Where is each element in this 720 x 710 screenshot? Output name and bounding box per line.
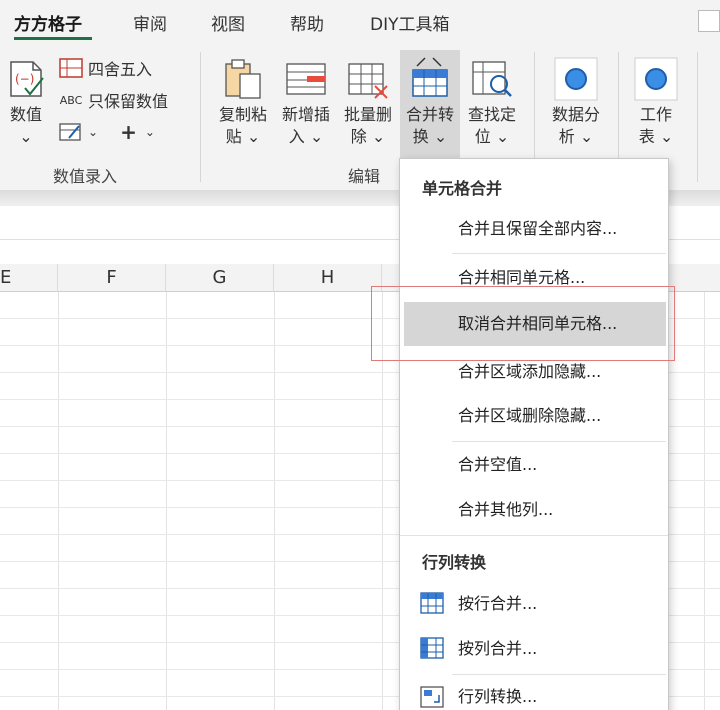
menu-item-merge-other-columns[interactable]: 合并其他列... bbox=[458, 495, 553, 525]
merge-by-row-icon bbox=[420, 592, 444, 614]
tab-review[interactable]: 审阅 bbox=[133, 10, 167, 35]
clipboard-icon bbox=[225, 59, 261, 99]
annotation-highlight-frame bbox=[371, 286, 675, 361]
grid-line bbox=[58, 292, 59, 710]
copy-paste-button[interactable]: 复制粘贴 ⌄ bbox=[213, 50, 273, 160]
grid-line bbox=[166, 292, 167, 710]
column-header-h[interactable]: H bbox=[274, 264, 382, 292]
small-tools-row: ⌄ + ⌄ bbox=[58, 118, 155, 146]
menu-item-merge-add-hidden[interactable]: 合并区域添加隐藏... bbox=[458, 357, 601, 387]
batch-delete-label-2: 除 ⌄ bbox=[350, 127, 386, 146]
menu-separator bbox=[452, 441, 666, 442]
transpose-icon bbox=[420, 686, 444, 708]
insert-new-button[interactable]: 新增插入 ⌄ bbox=[276, 50, 336, 160]
column-header-g[interactable]: G bbox=[166, 264, 274, 292]
edit-grid-icon[interactable] bbox=[58, 121, 84, 143]
worksheet-label-1: 工作 bbox=[639, 105, 672, 124]
menu-item-merge-remove-hidden[interactable]: 合并区域删除隐藏... bbox=[458, 401, 601, 431]
delete-grid-icon bbox=[348, 63, 388, 99]
batch-delete-label-1: 批量删 bbox=[343, 105, 392, 124]
tab-help[interactable]: 帮助 bbox=[290, 10, 324, 35]
insert-new-label-1: 新增插 bbox=[281, 105, 330, 124]
column-header-e[interactable]: E bbox=[0, 264, 58, 292]
tab-fangfanggezi[interactable]: 方方格子 bbox=[14, 10, 82, 35]
insert-new-label-2: 入 ⌄ bbox=[288, 127, 324, 146]
keep-value-label: 只保留数值 bbox=[88, 92, 169, 111]
data-analysis-icon bbox=[554, 57, 598, 101]
grid-line bbox=[274, 292, 275, 710]
grid-line bbox=[704, 292, 705, 710]
value-button[interactable]: (−) 数值 ⌄ bbox=[2, 50, 50, 160]
ribbon-tab-bar: 方方格子 审阅 视图 帮助 DIY工具箱 bbox=[0, 0, 720, 44]
copy-paste-label-1: 复制粘 bbox=[218, 105, 267, 124]
merge-convert-dropdown: 单元格合并 合并且保留全部内容... 合并相同单元格... 取消合并相同单元格.… bbox=[399, 158, 669, 710]
menu-item-merge-by-column[interactable]: 按列合并... bbox=[458, 634, 537, 664]
keep-value-button[interactable]: ABC 只保留数值 bbox=[58, 86, 168, 114]
worksheet-label-2: 表 ⌄ bbox=[638, 127, 674, 146]
edit-grid-caret-icon[interactable]: ⌄ bbox=[88, 125, 98, 139]
find-grid-icon bbox=[472, 61, 512, 97]
data-analysis-button[interactable]: 数据分析 ⌄ bbox=[546, 50, 606, 160]
round-label: 四舍五入 bbox=[88, 60, 153, 79]
tab-view[interactable]: 视图 bbox=[211, 10, 245, 35]
menu-separator bbox=[452, 253, 666, 254]
menu-item-merge-by-row[interactable]: 按行合并... bbox=[458, 589, 537, 619]
copy-paste-label-2: 贴 ⌄ bbox=[225, 127, 261, 146]
insert-rows-icon bbox=[286, 63, 326, 95]
group-separator bbox=[697, 52, 698, 182]
merge-convert-label-2: 换 ⌄ bbox=[412, 127, 448, 146]
menu-item-merge-empty[interactable]: 合并空值... bbox=[458, 450, 537, 480]
find-locate-label-1: 查找定 bbox=[467, 105, 516, 124]
find-locate-label-2: 位 ⌄ bbox=[474, 127, 510, 146]
column-header-f[interactable]: F bbox=[58, 264, 166, 292]
find-locate-button[interactable]: 查找定位 ⌄ bbox=[462, 50, 522, 160]
round-icon bbox=[58, 57, 84, 79]
data-analysis-label-1: 数据分 bbox=[551, 105, 600, 124]
menu-section-cell-merge: 单元格合并 bbox=[422, 179, 503, 198]
group-label-value-entry: 数值录入 bbox=[53, 167, 118, 186]
svg-text:(−): (−) bbox=[15, 72, 34, 86]
plus-caret-icon[interactable]: ⌄ bbox=[145, 125, 155, 139]
merge-convert-button[interactable]: 合并转换 ⌄ bbox=[400, 50, 460, 160]
menu-item-merge-keep-all[interactable]: 合并且保留全部内容... bbox=[458, 214, 617, 244]
round-button[interactable]: 四舍五入 bbox=[58, 54, 152, 82]
batch-delete-button[interactable]: 批量删除 ⌄ bbox=[338, 50, 398, 160]
value-button-caret: ⌄ bbox=[19, 127, 33, 146]
abc-icon: ABC bbox=[59, 93, 83, 107]
data-analysis-label-2: 析 ⌄ bbox=[558, 127, 594, 146]
group-label-edit: 编辑 bbox=[348, 167, 381, 186]
worksheet-icon bbox=[634, 57, 678, 101]
value-button-label: 数值 bbox=[9, 105, 42, 124]
active-tab-indicator bbox=[14, 37, 92, 40]
menu-separator bbox=[452, 674, 666, 675]
merge-convert-label-1: 合并转 bbox=[405, 105, 454, 124]
menu-separator bbox=[400, 535, 668, 536]
merge-grid-icon bbox=[412, 57, 448, 97]
ribbon-collapse-button[interactable] bbox=[698, 10, 720, 32]
menu-item-transpose[interactable]: 行列转换... bbox=[458, 682, 537, 710]
tab-diy-toolbox[interactable]: DIY工具箱 bbox=[370, 10, 450, 35]
merge-by-column-icon bbox=[420, 637, 444, 659]
group-separator bbox=[200, 52, 201, 182]
plus-icon[interactable]: + bbox=[120, 120, 137, 144]
value-icon: (−) bbox=[10, 61, 44, 97]
menu-section-row-col-convert: 行列转换 bbox=[422, 553, 487, 572]
worksheet-button[interactable]: 工作表 ⌄ bbox=[628, 50, 684, 160]
